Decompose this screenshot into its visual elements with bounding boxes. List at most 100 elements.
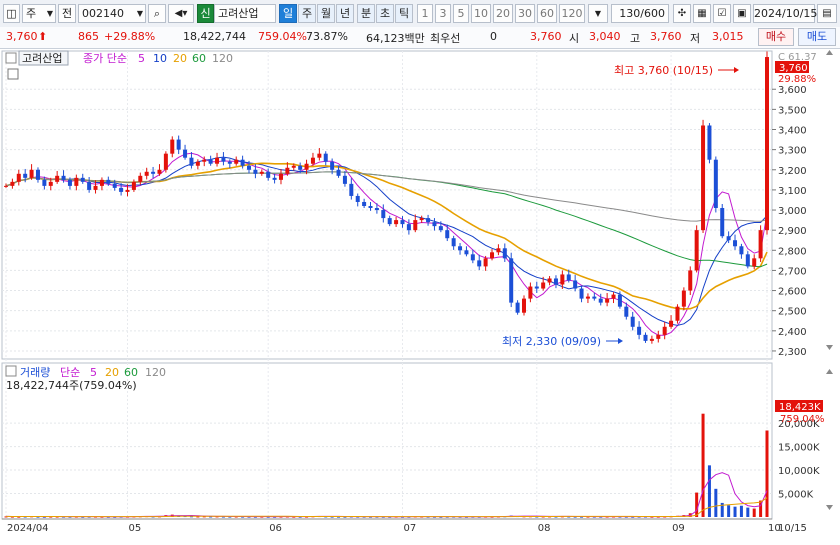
chevron-down-icon: ▼ xyxy=(46,9,53,18)
crosshair-icon[interactable]: ✣ xyxy=(673,4,691,23)
price-change-pct: +29.88% xyxy=(104,30,156,43)
candle-body xyxy=(553,278,558,285)
count-field[interactable]: 130/600 xyxy=(611,4,669,23)
prev-button[interactable]: 전 xyxy=(58,4,76,23)
volume-scroll-up-icon[interactable] xyxy=(826,369,833,374)
stock-name-field[interactable]: 고려산업 xyxy=(214,4,276,23)
candle-body xyxy=(630,316,635,327)
candle-body xyxy=(739,246,744,255)
toolbar: ◫ 주 ▼ 전 002140 ▼ ⌕ ◀▾ 신 고려산업 일 주 월 년 분 초… xyxy=(0,0,840,28)
tab-second[interactable]: 초 xyxy=(376,4,394,23)
tab-year[interactable]: 년 xyxy=(336,4,354,23)
date-tick-label: 05 xyxy=(129,523,142,534)
calendar-icon[interactable]: ▤ xyxy=(817,4,837,23)
x-axis: 2024/04 05 06 07 08 09 1010/15 xyxy=(2,518,807,534)
candle-body xyxy=(605,298,610,303)
date-end-label: 10/15 xyxy=(778,523,807,534)
volume-bar xyxy=(701,413,705,517)
volume-panel-toggle-icon[interactable] xyxy=(5,365,17,377)
candle-body xyxy=(681,290,686,307)
volume-bar xyxy=(746,507,750,517)
chart-menu-icon[interactable]: ◫ xyxy=(3,4,20,23)
date-tick-label: 06 xyxy=(269,523,282,534)
candle-body xyxy=(720,208,725,237)
candle-body xyxy=(138,175,143,182)
interval-20[interactable]: 20 xyxy=(493,4,513,23)
candle-body xyxy=(406,224,411,231)
open-price: 3,040 xyxy=(589,30,621,43)
candle-body xyxy=(560,274,565,285)
price-tick-label: 3,300 xyxy=(778,146,807,157)
candle-body xyxy=(61,175,66,180)
tab-month[interactable]: 월 xyxy=(317,4,335,23)
candle-body xyxy=(163,153,168,170)
candle-body xyxy=(419,218,424,221)
candle-body xyxy=(726,236,731,241)
ma60-label: 60 xyxy=(192,52,206,65)
candle-body xyxy=(381,210,386,219)
volume-title: 거래량 xyxy=(20,366,50,379)
candle-body xyxy=(470,254,475,261)
candle-body xyxy=(349,183,354,196)
stock-code-input[interactable]: 002140 ▼ xyxy=(78,4,146,23)
candle-body xyxy=(99,179,104,186)
candle-body xyxy=(362,201,367,207)
candle-body xyxy=(29,169,34,178)
save-icon[interactable]: ▣ xyxy=(733,4,751,23)
price-volume-chart[interactable]: 2,300 2,400 2,500 2,600 2,700 2,800 2,900 3,000… xyxy=(0,49,840,542)
interval-3[interactable]: 3 xyxy=(435,4,451,23)
candle-body xyxy=(426,218,431,223)
interval-60[interactable]: 60 xyxy=(537,4,557,23)
candle-body xyxy=(183,149,188,158)
market-select[interactable]: 주 ▼ xyxy=(22,4,56,23)
vol-ma120-label: 120 xyxy=(145,366,166,379)
interval-dropdown[interactable]: ▼ xyxy=(588,4,608,23)
interval-5[interactable]: 5 xyxy=(453,4,469,23)
candle-body xyxy=(541,282,546,289)
settings-grid-icon[interactable]: ▦ xyxy=(693,4,711,23)
turnover-rate: 73.87% xyxy=(306,30,348,43)
high-annotation: 최고 3,760 (10/15) xyxy=(614,64,713,77)
date-tick-label: 09 xyxy=(672,523,685,534)
candle-body xyxy=(394,220,399,225)
candle-body xyxy=(247,165,252,170)
date-field[interactable]: 2024/10/15 xyxy=(753,4,817,23)
tab-week[interactable]: 주 xyxy=(298,4,316,23)
scroll-up-icon[interactable] xyxy=(826,50,833,55)
price-tick-label: 2,800 xyxy=(778,246,807,257)
candle-body xyxy=(215,157,220,164)
interval-1[interactable]: 1 xyxy=(417,4,433,23)
interval-10[interactable]: 10 xyxy=(471,4,491,23)
candle-body xyxy=(477,260,482,267)
candle-body xyxy=(374,208,379,211)
panel-toggle-icon[interactable] xyxy=(5,52,17,64)
price-tick-label: 3,200 xyxy=(778,166,807,177)
tab-tick[interactable]: 틱 xyxy=(395,4,413,23)
interval-30[interactable]: 30 xyxy=(515,4,535,23)
high-label: 고 xyxy=(630,32,641,45)
volume-scroll-down-icon[interactable] xyxy=(826,505,833,510)
volume-bar xyxy=(727,505,731,517)
candle-body xyxy=(176,139,181,150)
candle-body xyxy=(355,195,360,202)
chart-area[interactable]: 2,300 2,400 2,500 2,600 2,700 2,800 2,900 3,000… xyxy=(0,49,840,542)
volume-bar xyxy=(765,430,769,517)
candle-body xyxy=(35,169,40,180)
interval-120[interactable]: 120 xyxy=(559,4,585,23)
candle-body xyxy=(451,238,456,247)
pct-change-tag: 29.88% xyxy=(778,74,816,85)
market-select-value: 주 xyxy=(26,7,37,20)
buy-button[interactable]: 매수 xyxy=(758,28,794,46)
tab-day[interactable]: 일 xyxy=(279,4,297,23)
date-tick-label: 08 xyxy=(538,523,551,534)
tab-minute[interactable]: 분 xyxy=(357,4,375,23)
candle-body xyxy=(42,179,47,186)
candle-body xyxy=(304,163,309,170)
scroll-down-icon[interactable] xyxy=(826,345,833,350)
candle-body xyxy=(330,161,335,170)
sell-button[interactable]: 매도 xyxy=(798,28,836,46)
search-icon[interactable]: ⌕ xyxy=(148,4,166,23)
checkbox-icon[interactable]: ☑ xyxy=(713,4,731,23)
price-tick-label: 3,100 xyxy=(778,186,807,197)
speaker-icon[interactable]: ◀▾ xyxy=(168,4,194,23)
